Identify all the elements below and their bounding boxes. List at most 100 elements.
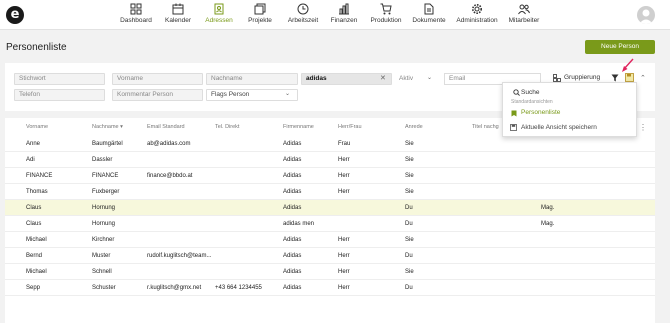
chevron-down-icon[interactable]: ⌄ bbox=[427, 74, 432, 81]
cell-email: r.kuglitsch@gmx.net bbox=[147, 285, 202, 291]
cell-anrede: Sie bbox=[405, 269, 414, 275]
nav-dokumente[interactable]: Dokumente bbox=[410, 3, 448, 29]
table-row[interactable]: Claus Hornung Adidas Du Mag. bbox=[5, 200, 655, 216]
table-row[interactable]: Anne Baumgärtel ab@adidas.com Adidas Frau Sie bbox=[5, 136, 655, 152]
filter-icon[interactable] bbox=[611, 74, 619, 82]
save-view-icon[interactable] bbox=[625, 73, 634, 82]
nav-administration[interactable]: Administration bbox=[454, 3, 500, 29]
projects-icon bbox=[254, 3, 266, 15]
cell-anrede: Du bbox=[405, 205, 413, 211]
cell-anrede: Sie bbox=[405, 237, 414, 243]
cell-vorname: Adi bbox=[26, 157, 35, 163]
cell-herrfrau: Herr bbox=[338, 285, 350, 291]
cell-nachname: Schnell bbox=[92, 269, 112, 275]
clear-icon[interactable]: ✕ bbox=[380, 74, 386, 82]
cell-vorname: Michael bbox=[26, 269, 47, 275]
table-row[interactable]: Claus Hornung adidas men Du Mag. bbox=[5, 216, 655, 232]
nav-kalender[interactable]: Kalender bbox=[162, 3, 194, 29]
avatar-icon bbox=[639, 9, 653, 24]
views-section-label: Standardansichten bbox=[511, 99, 553, 105]
table-row[interactable]: Adi Dassler Adidas Herr Sie bbox=[5, 152, 655, 168]
table-row[interactable]: Michael Kirchner Adidas Herr Sie bbox=[5, 232, 655, 248]
view-item-personenliste[interactable]: Personenliste bbox=[509, 109, 560, 116]
cell-firma: Adidas bbox=[283, 253, 302, 259]
col-anrede[interactable]: Anrede bbox=[405, 124, 423, 130]
cell-anrede: Sie bbox=[405, 173, 414, 179]
col-herrfrau[interactable]: Herr/Frau bbox=[338, 124, 362, 130]
cell-nachname: Baumgärtel bbox=[92, 141, 123, 147]
views-search-input[interactable]: Suche bbox=[509, 87, 633, 98]
cell-vorname: Sepp bbox=[26, 285, 41, 291]
calendar-icon bbox=[172, 3, 184, 15]
more-icon[interactable]: ⋮ bbox=[639, 123, 647, 132]
cell-anrede: Sie bbox=[405, 141, 414, 147]
cell-herrfrau: Herr bbox=[338, 173, 350, 179]
table-row[interactable]: Michael Schnell Adidas Herr Sie bbox=[5, 264, 655, 280]
nav-finanzen[interactable]: Finanzen bbox=[328, 3, 360, 29]
cell-nachname: Fuxberger bbox=[92, 189, 120, 195]
grouping-button[interactable]: Gruppierung bbox=[564, 74, 600, 81]
nav-dashboard[interactable]: Dashboard bbox=[118, 3, 154, 29]
cell-vorname: Bernd bbox=[26, 253, 43, 259]
documents-icon bbox=[424, 3, 434, 15]
table-row[interactable]: Sepp Schuster r.kuglitsch@gmx.net +43 664 1… bbox=[5, 280, 655, 296]
nav-arbeitszeit[interactable]: Arbeitszeit bbox=[284, 3, 322, 29]
col-email[interactable]: Email Standard bbox=[147, 124, 185, 130]
user-avatar[interactable] bbox=[637, 6, 655, 24]
cell-anrede: Sie bbox=[405, 189, 414, 195]
cell-herrfrau: Herr bbox=[338, 269, 350, 275]
table-row[interactable]: FINANCE FINANCE finance@bbdo.at Adidas Herr S… bbox=[5, 168, 655, 184]
annotation-arrow-icon bbox=[622, 58, 634, 72]
nav-administration-label: Administration bbox=[456, 17, 498, 24]
cell-nachname: Muster bbox=[92, 253, 111, 259]
nav-produktion-label: Produktion bbox=[370, 17, 402, 24]
collapse-icon[interactable]: ⌃ bbox=[640, 74, 646, 82]
nav-mitarbeiter[interactable]: Mitarbeiter bbox=[506, 3, 542, 29]
company-filter[interactable]: adidas bbox=[301, 73, 392, 85]
person-table: Vorname Nachname ▾ Email Standard Tel. D… bbox=[5, 118, 655, 323]
cell-email: rudolf.kuglitsch@team... bbox=[147, 253, 212, 259]
clock-icon bbox=[297, 3, 309, 15]
cell-firma: Adidas bbox=[283, 157, 302, 163]
col-nachname[interactable]: Nachname ▾ bbox=[92, 124, 123, 130]
col-titel[interactable]: Titel nachg bbox=[472, 124, 499, 130]
lastname-filter[interactable]: Nachname bbox=[206, 73, 298, 85]
cell-titel: Mag. bbox=[541, 205, 555, 211]
top-navigation: e Dashboard Kalender Adressen Projekte A… bbox=[0, 0, 670, 30]
cell-firma: Adidas bbox=[283, 285, 302, 291]
col-firma[interactable]: Firmenname bbox=[283, 124, 314, 130]
cell-titel: Mag. bbox=[541, 221, 555, 227]
table-row[interactable]: Bernd Muster rudolf.kuglitsch@team... Adida… bbox=[5, 248, 655, 264]
col-vorname[interactable]: Vorname bbox=[26, 124, 48, 130]
comment-filter[interactable]: Kommentar Person bbox=[112, 89, 203, 101]
cell-vorname: Claus bbox=[26, 221, 42, 227]
nav-dashboard-label: Dashboard bbox=[120, 17, 152, 24]
cart-icon bbox=[380, 3, 392, 15]
table-row[interactable]: Thomas Fuxberger Adidas Herr Sie bbox=[5, 184, 655, 200]
cell-nachname: Schuster bbox=[92, 285, 116, 291]
phone-filter[interactable]: Telefon bbox=[14, 89, 105, 101]
cell-nachname: Kirchner bbox=[92, 237, 115, 243]
new-person-button[interactable]: Neue Person bbox=[585, 40, 655, 54]
nav-dokumente-label: Dokumente bbox=[412, 17, 446, 24]
cell-firma: Adidas bbox=[283, 189, 302, 195]
users-icon bbox=[518, 4, 530, 15]
chevron-down-icon[interactable]: ⌄ bbox=[285, 90, 290, 97]
nav-projekte-label: Projekte bbox=[248, 17, 272, 24]
cell-email: finance@bbdo.at bbox=[147, 173, 193, 179]
addressbook-icon bbox=[214, 3, 224, 15]
nav-adressen[interactable]: Adressen bbox=[202, 3, 236, 29]
firstname-filter[interactable]: Vorname bbox=[112, 73, 203, 85]
cell-herrfrau: Frau bbox=[338, 141, 351, 147]
cell-firma: adidas men bbox=[283, 221, 315, 227]
cell-nachname: Hornung bbox=[92, 205, 116, 211]
nav-produktion[interactable]: Produktion bbox=[366, 3, 406, 29]
cell-vorname: Thomas bbox=[26, 189, 48, 195]
col-tel[interactable]: Tel. Direkt bbox=[215, 124, 239, 130]
nav-projekte[interactable]: Projekte bbox=[244, 3, 276, 29]
cell-vorname: Claus bbox=[26, 205, 42, 211]
app-logo[interactable]: e bbox=[6, 6, 24, 24]
cell-anrede: Du bbox=[405, 221, 413, 227]
save-current-view[interactable]: Aktuelle Ansicht speichern bbox=[509, 124, 597, 131]
keyword-filter[interactable]: Stichwort bbox=[14, 73, 105, 85]
